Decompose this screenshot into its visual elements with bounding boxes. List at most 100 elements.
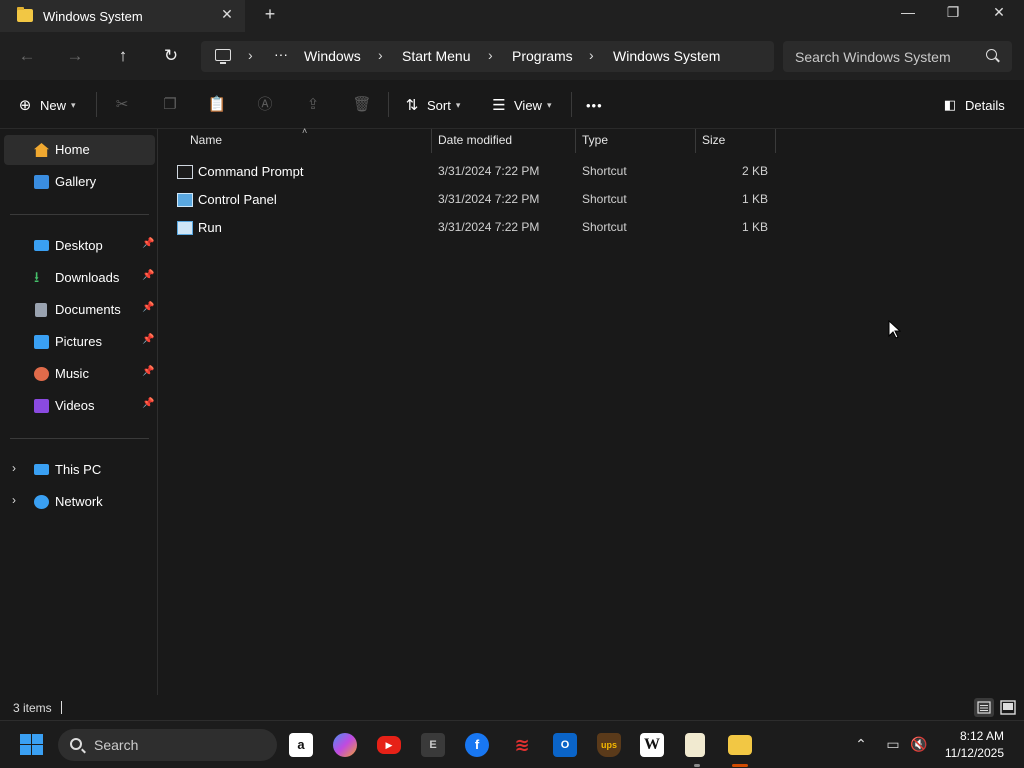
taskbar-search[interactable]: Search [58,729,277,761]
paste-icon[interactable]: 📋 [205,93,229,117]
new-tab-button[interactable]: + [260,4,280,28]
column-divider[interactable] [775,129,776,153]
sidebar-item-this-pc[interactable]: › This PC [4,455,155,485]
pin-icon[interactable]: 📌 [142,302,154,313]
column-divider[interactable] [695,129,696,153]
file-row-control-panel[interactable]: Control Panel 3/31/2024 7:22 PM Shortcut… [169,186,769,214]
pin-icon[interactable]: 📌 [142,334,154,345]
chevron-up-icon[interactable]: ⌃ [852,736,870,754]
sidebar-item-music[interactable]: Music 📌 [4,359,155,389]
sidebar-item-downloads[interactable]: ⭳ Downloads 📌 [4,263,155,293]
breadcrumb-windows-system[interactable]: Windows System [613,48,720,64]
sidebar-item-documents[interactable]: Documents 📌 [4,295,155,325]
file-row-run[interactable]: Run 3/31/2024 7:22 PM Shortcut 1 KB [169,214,769,242]
network-icon [34,495,49,509]
details-view-button[interactable] [974,698,994,717]
pin-icon[interactable]: 📌 [142,238,154,249]
tab-title: Windows System [43,9,143,24]
desktop-icon [34,240,49,251]
expand-chevron-icon[interactable]: › [12,493,16,507]
pin-icon[interactable]: 📌 [142,398,154,409]
speaker-muted-icon[interactable]: 🔇 [910,736,928,754]
expand-chevron-icon[interactable]: › [12,461,16,475]
sort-button[interactable]: ⇅ Sort ▾ [403,93,461,117]
more-options-button[interactable]: ••• [586,93,603,117]
copilot-icon[interactable] [333,733,357,757]
close-window-button[interactable]: ✕ [984,4,1014,26]
column-header-name[interactable]: Name [190,133,222,147]
windows-logo-quad [32,734,43,744]
details-button[interactable]: ◧ Details [941,93,1005,117]
sidebar-item-gallery[interactable]: Gallery [4,167,155,197]
search-icon[interactable] [986,49,997,60]
clock-date[interactable]: 11/12/2025 [935,746,1004,760]
view-button[interactable]: ☰ View ▾ [490,93,551,117]
ups-icon[interactable]: ups [597,733,621,757]
sidebar-item-network[interactable]: › Network [4,487,155,517]
sidebar-item-videos[interactable]: Videos 📌 [4,391,155,421]
sidebar-item-label: Pictures [55,334,102,349]
folder-icon [17,7,33,22]
breadcrumb-separator: › [248,47,253,63]
search-box[interactable] [783,41,1012,72]
column-header-type[interactable]: Type [582,133,608,147]
breadcrumb-overflow[interactable]: ··· [274,46,288,62]
sidebar-item-label: Documents [55,302,121,317]
new-button[interactable]: ⊕ New ▾ [16,93,76,117]
navigation-pane: Home Gallery Desktop 📌 ⭳ Downloads 📌 Doc… [0,129,158,695]
search-input[interactable] [795,47,975,67]
youtube-icon[interactable]: ▶ [377,736,401,754]
tiles-view-button[interactable] [998,698,1018,717]
divider [10,438,149,439]
pin-icon[interactable]: 📌 [142,366,154,377]
sidebar-item-desktop[interactable]: Desktop 📌 [4,231,155,261]
breadcrumb-start-menu[interactable]: Start Menu [402,48,470,64]
minimize-button[interactable]: — [893,4,923,26]
file-row-command-prompt[interactable]: Command Prompt 3/31/2024 7:22 PM Shortcu… [169,158,769,186]
clock-time[interactable]: 8:12 AM [940,729,1004,743]
epic-icon[interactable]: E [421,733,445,757]
pin-icon[interactable]: 📌 [142,270,154,281]
facebook-icon[interactable]: f [465,733,489,757]
windows-logo-quad [20,745,31,755]
column-header-date-modified[interactable]: Date modified [438,133,512,147]
item-count: 3 items [13,701,52,715]
back-button[interactable]: ← [15,44,39,68]
sidebar-item-label: Videos [55,398,95,413]
title-bar: Windows System ✕ + — ❐ ✕ [0,0,1024,32]
new-label: New [40,97,67,113]
display-icon[interactable]: ▭ [884,736,902,754]
file-explorer-icon[interactable] [728,735,752,755]
active-indicator [732,764,748,767]
start-button[interactable] [20,734,44,756]
cut-icon[interactable]: ✂ [110,93,134,117]
column-header-size[interactable]: Size [702,133,725,147]
amazon-icon[interactable]: a [289,733,313,757]
notepad-icon[interactable] [685,733,705,757]
app-red-icon[interactable]: ≋ [510,733,534,757]
divider [10,214,149,215]
address-bar[interactable]: › ··· Windows › Start Menu › Programs › … [201,41,774,72]
forward-button[interactable]: → [63,44,87,68]
sidebar-item-pictures[interactable]: Pictures 📌 [4,327,155,357]
tab-windows-system[interactable]: Windows System ✕ [0,0,245,32]
column-divider[interactable] [431,129,432,153]
refresh-button[interactable]: ↻ [159,44,183,68]
taskbar-search-label: Search [94,737,139,753]
column-divider[interactable] [575,129,576,153]
up-button[interactable]: ↑ [111,44,135,68]
mouse-cursor-icon [888,320,901,339]
delete-icon[interactable]: 🗑 [350,93,374,117]
search-icon [70,738,82,750]
outlook-icon[interactable]: O [553,733,577,757]
restore-button[interactable]: ❐ [938,4,968,26]
wikipedia-icon[interactable]: W [640,733,664,757]
breadcrumb-programs[interactable]: Programs [512,48,573,64]
breadcrumb-windows[interactable]: Windows [304,48,361,64]
close-tab-button[interactable]: ✕ [219,6,235,26]
rename-icon[interactable]: Ⓐ [253,93,277,117]
status-bar: 3 items [0,695,1024,720]
copy-icon[interactable]: ❐ [158,93,182,117]
sidebar-item-home[interactable]: Home [4,135,155,165]
share-icon[interactable]: ⇪ [301,93,325,117]
